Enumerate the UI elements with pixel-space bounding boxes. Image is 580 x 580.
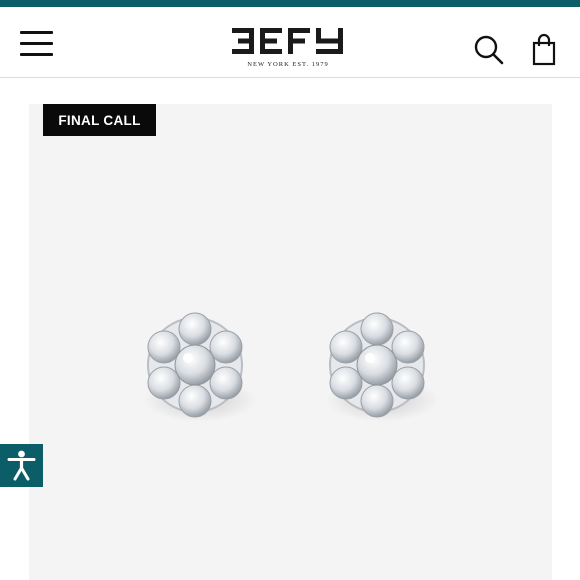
accessibility-button[interactable] <box>0 444 43 487</box>
search-icon-graphic <box>474 35 504 65</box>
diamond-stud-earrings-image[interactable] <box>140 305 440 435</box>
menu-bar-middle <box>20 42 53 45</box>
final-call-badge: FINAL CALL <box>43 104 156 136</box>
menu-bar-top <box>20 31 53 34</box>
shopping-bag-icon-graphic <box>532 33 556 66</box>
search-icon[interactable] <box>472 33 506 67</box>
brand-tagline: NEW YORK EST. 1979 <box>247 61 329 68</box>
left-earring <box>144 312 256 422</box>
effy-wordmark-logo <box>232 28 343 54</box>
accessibility-person-icon <box>7 450 36 481</box>
menu-button[interactable] <box>20 31 54 57</box>
shopping-bag-icon[interactable] <box>530 33 558 67</box>
menu-bar-bottom <box>20 53 53 56</box>
top-accent-strip <box>0 0 580 7</box>
site-header: NEW YORK EST. 1979 <box>0 7 580 78</box>
effy-logo[interactable]: NEW YORK EST. 1979 <box>230 27 346 75</box>
right-earring <box>326 312 438 422</box>
